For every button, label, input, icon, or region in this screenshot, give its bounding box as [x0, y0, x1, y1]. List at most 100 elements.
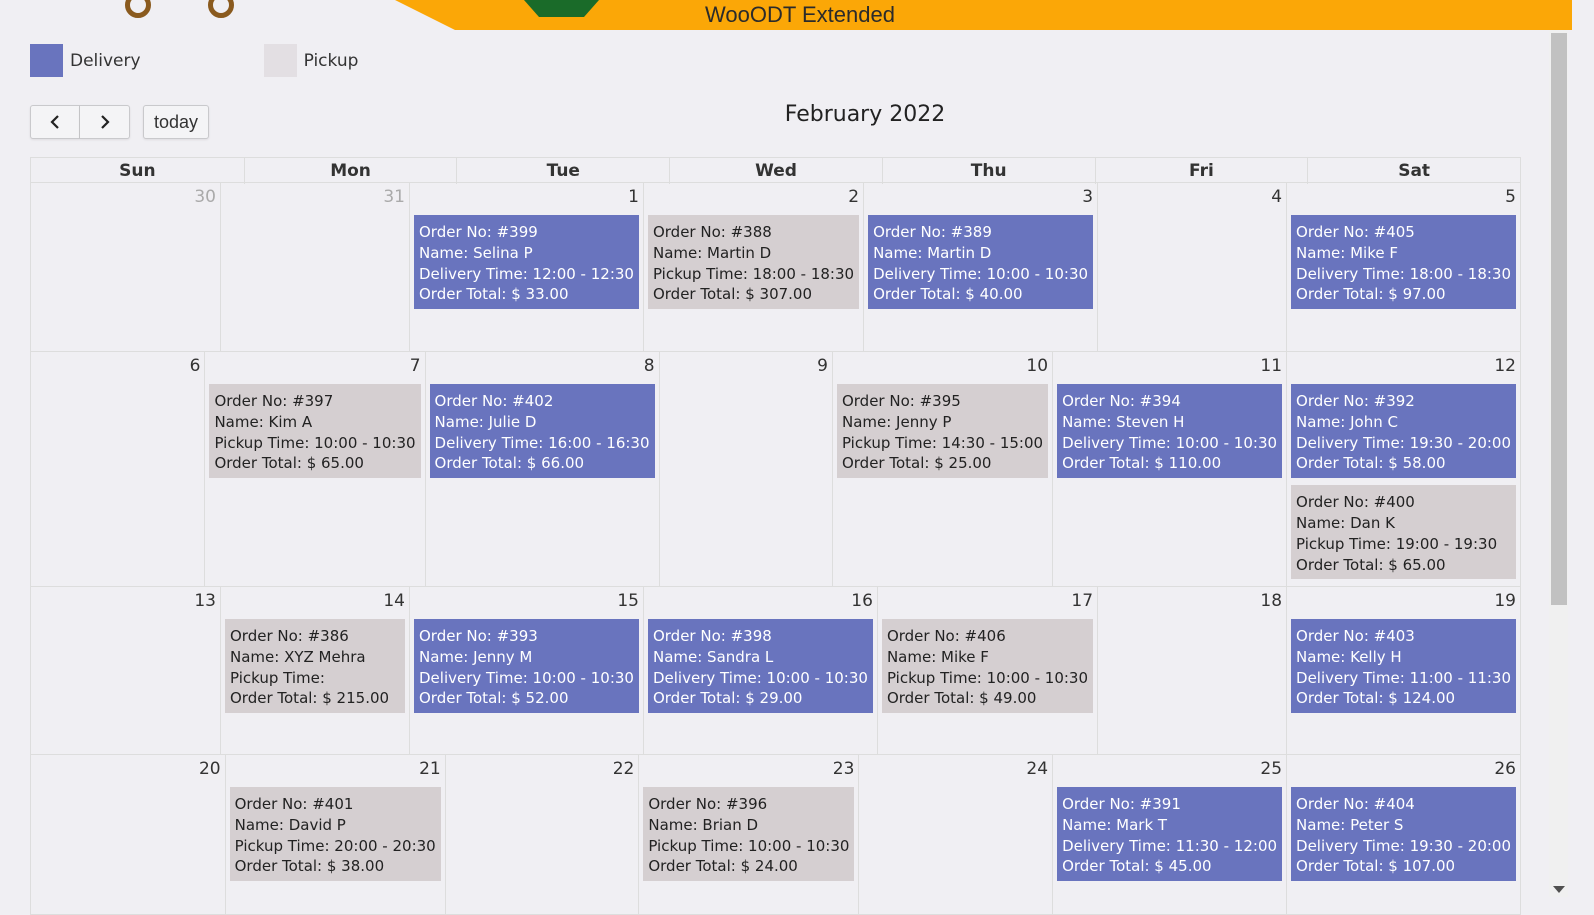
event-line: Order Total: $ 65.00	[1296, 555, 1446, 574]
day-cell[interactable]: 14 Order No: #386 Name: XYZ Mehra Pickup Ti…	[220, 587, 409, 754]
day-cell[interactable]: 19 Order No: #403 Name: Kelly H Delivery Ti…	[1286, 587, 1520, 754]
day-cell[interactable]: 16 Order No: #398 Name: Sandra L Delivery T…	[642, 587, 877, 754]
event-line: Delivery Time: 12:00 - 12:30	[419, 264, 634, 283]
event-line: Order No: #402	[434, 392, 554, 410]
pickup-order-event[interactable]: Order No: #401 Name: David P Pickup Time: …	[229, 787, 441, 882]
day-number: 9	[817, 356, 828, 376]
delivery-order-event[interactable]: Order No: #389 Name: Martin D Delivery Tim…	[868, 215, 1094, 310]
day-number: 12	[1494, 356, 1516, 376]
top-banner: WooODT Extended	[0, 0, 1572, 30]
day-cell[interactable]: 22	[444, 755, 639, 914]
event-line: Name: Julie D	[434, 412, 537, 431]
day-cell[interactable]: 21 Order No: #401 Name: David P Pickup Time…	[224, 755, 445, 914]
day-cell[interactable]: 8 Order No: #402 Name: Julie D Delivery Tim…	[424, 352, 659, 586]
day-cell[interactable]: 26 Order No: #404 Name: Peter S Delivery Ti…	[1286, 755, 1520, 914]
day-cell[interactable]: 7 Order No: #397 Name: Kim A Pickup Time: 1…	[204, 352, 424, 586]
day-cell[interactable]: 20	[31, 755, 225, 914]
day-cell[interactable]: 1 Order No: #399 Name: Selina P Delivery Ti…	[409, 183, 643, 351]
scrollbar[interactable]	[1549, 30, 1568, 897]
day-cell[interactable]: 15 Order No: #393 Name: Jenny M Delivery Ti…	[409, 587, 643, 754]
event-line: Order No: #392	[1296, 392, 1415, 410]
day-cell[interactable]: 2 Order No: #388 Name: Martin D Pickup Time…	[642, 183, 863, 351]
day-cell[interactable]: 9	[658, 352, 832, 586]
event-line: Order Total: $ 49.00	[886, 689, 1037, 708]
delivery-order-event[interactable]: Order No: #402 Name: Julie D Delivery Time…	[429, 384, 655, 479]
delivery-order-event[interactable]: Order No: #391 Name: Mark T Delivery Time:…	[1057, 787, 1283, 882]
event-line: Order No: #388	[652, 223, 772, 241]
event-line: Order Total: $ 110.00	[1062, 454, 1222, 473]
event-line: Name: Jenny M	[419, 647, 533, 666]
day-number: 2	[848, 187, 860, 207]
event-line: Delivery Time: 10:00 - 10:30	[1062, 433, 1278, 452]
scrollbar-thumb[interactable]	[1551, 33, 1567, 605]
day-of-week-header: Sun Mon Tue Wed Thu Fri Sat	[30, 157, 1521, 184]
day-number: 21	[419, 759, 441, 779]
day-number: 13	[194, 591, 216, 611]
event-line: Order Total: $ 97.00	[1296, 285, 1446, 304]
event-line: Pickup Time: 10:00 - 10:30	[214, 433, 416, 452]
day-number: 19	[1494, 591, 1516, 611]
day-cell[interactable]: 31	[220, 183, 409, 351]
day-cell[interactable]: 12 Order No: #392 Name: John C Delivery Tim…	[1286, 352, 1520, 586]
day-number: 4	[1271, 187, 1283, 207]
pickup-order-event[interactable]: Order No: #388 Name: Martin D Pickup Time:…	[647, 215, 860, 310]
delivery-swatch	[30, 44, 63, 77]
delivery-order-event[interactable]: Order No: #405 Name: Mike F Delivery Time:…	[1291, 215, 1516, 310]
event-line: Order Total: $ 307.00	[652, 285, 813, 304]
day-cell[interactable]: 18	[1097, 587, 1286, 754]
day-cell[interactable]: 6	[31, 352, 204, 586]
event-line: Name: David P	[234, 815, 346, 834]
event-line: Name: John C	[1296, 412, 1398, 431]
delivery-order-event[interactable]: Order No: #399 Name: Selina P Delivery Tim…	[414, 215, 639, 310]
dow-sun: Sun	[119, 161, 156, 181]
event-line: Delivery Time: 16:00 - 16:30	[434, 433, 650, 452]
day-number: 16	[851, 591, 873, 611]
dow-mon: Mon	[243, 158, 457, 184]
pickup-order-event[interactable]: Order No: #400 Name: Dan K Pickup Time: 19…	[1291, 485, 1516, 580]
delivery-order-event[interactable]: Order No: #398 Name: Sandra L Delivery Tim…	[647, 619, 873, 714]
day-cell[interactable]: 3 Order No: #389 Name: Martin D Delivery Ti…	[863, 183, 1097, 351]
event-line: Name: Mark T	[1062, 815, 1168, 834]
day-number: 20	[198, 759, 221, 779]
event-line: Delivery Time: 10:00 - 10:30	[419, 668, 634, 687]
event-line: Name: XYZ Mehra	[230, 647, 366, 666]
day-cell[interactable]: 4	[1097, 183, 1286, 351]
delivery-order-event[interactable]: Order No: #394 Name: Steven H Delivery Tim…	[1057, 384, 1283, 479]
day-cell[interactable]: 30	[31, 183, 220, 351]
scroll-down-arrow-icon[interactable]	[1553, 886, 1565, 893]
day-cell[interactable]: 5 Order No: #405 Name: Mike F Delivery Time…	[1286, 183, 1520, 351]
day-number: 25	[1260, 759, 1283, 779]
pickup-order-event[interactable]: Order No: #406 Name: Mike F Pickup Time: 1…	[881, 619, 1094, 714]
event-line: Order Total: $ 40.00	[873, 285, 1023, 304]
dow-wed: Wed	[669, 158, 882, 184]
event-line: Delivery Time: 18:00 - 18:30	[1296, 264, 1511, 283]
day-number: 15	[617, 591, 639, 611]
pickup-order-event[interactable]: Order No: #396 Name: Brian D Pickup Time: …	[643, 787, 855, 882]
day-cell[interactable]: 24	[858, 755, 1052, 914]
day-cell[interactable]: 10 Order No: #395 Name: Jenny P Pickup Time…	[831, 352, 1052, 586]
calendar-title: February 2022	[784, 102, 946, 127]
delivery-order-event[interactable]: Order No: #393 Name: Jenny M Delivery Time…	[414, 619, 639, 714]
day-number: 6	[189, 356, 201, 376]
event-line: Order Total: $ 45.00	[1062, 857, 1212, 876]
delivery-order-event[interactable]: Order No: #392 Name: John C Delivery Time:…	[1291, 384, 1516, 479]
day-cell[interactable]: 17 Order No: #406 Name: Mike F Pickup Time:…	[876, 587, 1097, 754]
day-cell[interactable]: 25 Order No: #391 Name: Mark T Delivery Tim…	[1052, 755, 1286, 914]
legend: Delivery Pickup	[30, 44, 358, 77]
pickup-order-event[interactable]: Order No: #395 Name: Jenny P Pickup Time: …	[836, 384, 1049, 479]
pickup-order-event[interactable]: Order No: #397 Name: Kim A Pickup Time: 10…	[209, 384, 421, 479]
day-number: 22	[612, 759, 635, 779]
day-cell[interactable]: 23 Order No: #396 Name: Brian D Pickup Time…	[638, 755, 858, 914]
pickup-order-event[interactable]: Order No: #386 Name: XYZ Mehra Pickup Time…	[225, 619, 405, 714]
day-cell[interactable]: 11 Order No: #394 Name: Steven H Delivery T…	[1052, 352, 1286, 586]
event-line: Order No: #396	[648, 795, 768, 813]
event-line: Name: Sandra L	[652, 647, 774, 666]
day-cell[interactable]: 13	[31, 587, 220, 754]
banner-title: WooODT Extended	[705, 2, 895, 27]
event-line: Name: Peter S	[1296, 815, 1404, 834]
week-row: 6 7 Order No: #397 Name: Kim A Pickup Time: …	[30, 352, 1521, 587]
day-number: 18	[1260, 591, 1283, 611]
delivery-order-event[interactable]: Order No: #403 Name: Kelly H Delivery Time…	[1291, 619, 1516, 714]
day-number: 17	[1071, 591, 1094, 611]
delivery-order-event[interactable]: Order No: #404 Name: Peter S Delivery Time…	[1291, 787, 1516, 882]
